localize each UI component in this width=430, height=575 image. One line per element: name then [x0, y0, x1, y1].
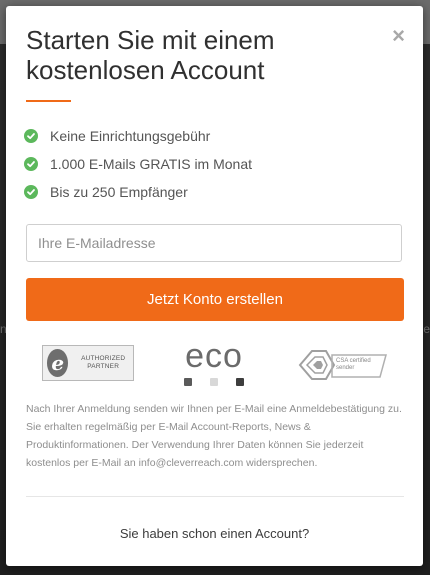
eco-dot	[184, 378, 192, 386]
trust-badges: e AUTHORIZED PARTNER eco CSA certified s…	[26, 337, 404, 392]
trusted-shops-e-icon: e	[47, 349, 69, 377]
eco-badge: eco	[174, 337, 254, 388]
check-circle-icon	[24, 129, 38, 143]
csa-label: CSA certified sender	[336, 358, 371, 371]
login-link[interactable]: Sie haben schon einen Account?	[6, 526, 423, 541]
create-account-button[interactable]: Jetzt Konto erstellen	[26, 278, 404, 321]
feature-label: 1.000 E-Mails GRATIS im Monat	[50, 156, 253, 172]
csa-badge: CSA certified sender	[294, 345, 390, 385]
check-circle-icon	[24, 185, 38, 199]
feature-item: 1.000 E-Mails GRATIS im Monat	[24, 150, 252, 178]
eco-dot	[210, 378, 218, 386]
feature-list: Keine Einrichtungsgebühr 1.000 E-Mails G…	[24, 122, 252, 206]
privacy-disclaimer: Nach Ihrer Anmeldung senden wir Ihnen pe…	[26, 403, 402, 469]
feature-label: Bis zu 250 Empfänger	[50, 184, 188, 200]
feature-item: Bis zu 250 Empfänger	[24, 178, 252, 206]
modal-title: Starten Sie mit einem kostenlosen Accoun…	[26, 25, 275, 85]
divider	[26, 496, 404, 497]
close-button[interactable]: ×	[392, 25, 405, 47]
eco-logo-text: eco	[185, 337, 243, 375]
check-circle-icon	[24, 157, 38, 171]
authorized-partner-text: AUTHORIZED PARTNER	[81, 355, 126, 370]
eco-dot	[236, 378, 244, 386]
signup-modal: × Starten Sie mit einem kostenlosen Acco…	[6, 6, 423, 566]
trusted-shops-badge: e AUTHORIZED PARTNER	[42, 345, 134, 381]
eco-dots	[184, 378, 244, 387]
email-input[interactable]	[26, 224, 402, 262]
feature-label: Keine Einrichtungsgebühr	[50, 128, 211, 144]
feature-item: Keine Einrichtungsgebühr	[24, 122, 252, 150]
background-text-right: e	[423, 322, 430, 336]
title-underline	[26, 100, 71, 102]
